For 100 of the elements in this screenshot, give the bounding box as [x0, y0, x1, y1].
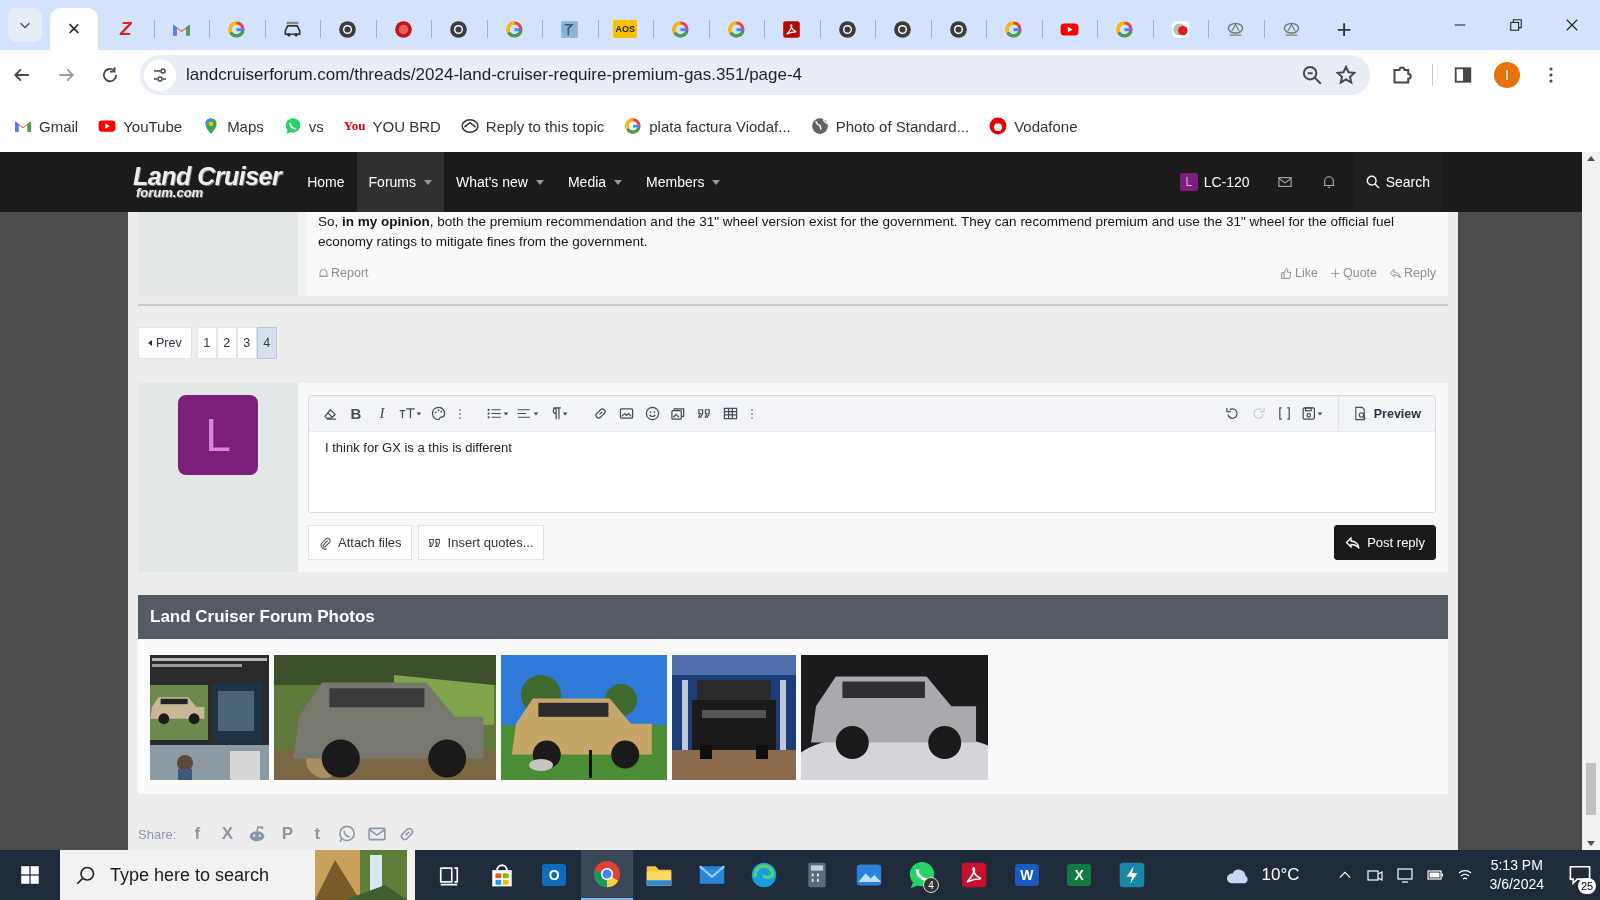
- page-number-button[interactable]: 1: [196, 327, 217, 359]
- lightning-tile-icon: [1117, 861, 1146, 889]
- post-text: So, in my opinion, both the premium recommendation and the 31" wheel version exist for the government. They can recommend premium and use the 31" wheel for the official fuel economy ratings to mitigate fines from the government.: [318, 213, 1396, 251]
- italic-button[interactable]: I: [369, 399, 395, 428]
- alien-head-icon: [248, 825, 267, 843]
- globe-icon: [810, 117, 829, 135]
- share-link[interactable]: [368, 825, 387, 843]
- bookmark[interactable]: plata factura Viodaf...: [624, 117, 791, 135]
- table-icon: [722, 406, 738, 421]
- bookmark[interactable]: Vodafone: [989, 117, 1078, 135]
- close-tab-button[interactable]: ×: [67, 16, 81, 42]
- nav-tab[interactable]: What's new: [444, 152, 556, 212]
- browser-tab[interactable]: Z: [98, 8, 154, 50]
- clock[interactable]: 5:13 PM 3/6/2024: [1489, 856, 1544, 894]
- scrollbar[interactable]: [1582, 152, 1600, 850]
- share-link[interactable]: [248, 825, 267, 843]
- dropdown-caret-icon[interactable]: [614, 179, 623, 185]
- chat-logo-icon: [283, 117, 302, 135]
- menu-dots-icon: [1549, 66, 1553, 84]
- side-panel-icon: [1454, 66, 1472, 84]
- save-draft-icon: [1300, 406, 1325, 421]
- url-text: landcruiserforum.com/threads/2024-land-cruiser-require-premium-gas.351/page-4: [186, 65, 804, 85]
- browser-logo-icon: [449, 19, 469, 39]
- bookmark[interactable]: YouTube: [98, 117, 183, 135]
- nav-tab[interactable]: Media: [555, 152, 635, 212]
- browser-tab[interactable]: ×: [50, 8, 98, 50]
- site-logo[interactable]: Land Cruiser forum.com: [133, 165, 282, 199]
- address-bar[interactable]: landcruiserforum.com/threads/2024-land-cruiser-require-premium-gas.351/page-4: [140, 55, 1370, 95]
- tab-logo: Z: [119, 18, 132, 40]
- search-button[interactable]: Search: [1353, 152, 1442, 212]
- insert-quotes-button[interactable]: Insert quotes...: [417, 525, 544, 560]
- bold-button[interactable]: B: [343, 399, 369, 428]
- windows-logo-icon: [20, 865, 40, 885]
- new-tab-button[interactable]: +: [1329, 8, 1359, 50]
- bookmark-logo: You: [343, 118, 366, 134]
- bell-icon: [318, 267, 329, 279]
- left-triangle-icon: [148, 340, 152, 346]
- bookmark-button[interactable]: [1336, 65, 1356, 85]
- weather-widget[interactable]: 10°C: [1221, 864, 1300, 886]
- reply-text-field[interactable]: I think for GX is a this is different: [309, 432, 1435, 512]
- envelope-icon: [1277, 175, 1292, 189]
- taskbar-search-box[interactable]: Type here to search: [60, 850, 415, 900]
- browser-logo-icon: [837, 19, 857, 39]
- post-reply-button[interactable]: Post reply: [1334, 525, 1436, 560]
- bookmark[interactable]: Gmail: [14, 117, 79, 135]
- dropdown-caret-icon[interactable]: [424, 179, 432, 185]
- clock-time: 5:13 PM: [1490, 856, 1543, 875]
- dropdown-caret-icon[interactable]: [712, 179, 721, 185]
- more-icon: [458, 407, 462, 420]
- taskbar-search-field[interactable]: Type here to search: [108, 863, 312, 887]
- search-icon: [1365, 175, 1380, 189]
- taskbar-app[interactable]: 4: [895, 850, 948, 900]
- page-number-button[interactable]: 4: [256, 327, 277, 359]
- prev-page-button[interactable]: Prev: [138, 327, 192, 359]
- g-logo-icon: [1115, 19, 1135, 39]
- nav-tab[interactable]: Home: [295, 152, 357, 212]
- chat-bubble-icon: [338, 825, 357, 843]
- share-link[interactable]: [338, 825, 357, 843]
- g-logo-icon: [1004, 19, 1024, 39]
- browser-logo-icon: [592, 860, 621, 888]
- taskbar-app[interactable]: X: [1053, 850, 1106, 900]
- page-number-button[interactable]: 3: [236, 327, 257, 359]
- pdf-icon: [782, 19, 802, 39]
- notification-button[interactable]: 25: [1560, 850, 1600, 900]
- site-info-button[interactable]: [144, 59, 176, 91]
- bookmark[interactable]: Reply to this topic: [460, 117, 605, 135]
- nav-tab[interactable]: Forums: [356, 152, 444, 212]
- redo-icon: [1251, 406, 1267, 421]
- play-logo-icon: [98, 117, 117, 135]
- g-logo-icon: [624, 117, 643, 135]
- zoom-out-icon: [1302, 65, 1322, 85]
- user-menu[interactable]: L LC-120: [1169, 152, 1260, 212]
- app-logo: X: [1067, 864, 1092, 886]
- reply-icon: [1389, 266, 1403, 280]
- browser-tab[interactable]: AOS: [597, 8, 653, 50]
- taskbar-app[interactable]: W: [1000, 850, 1053, 900]
- zoom-button[interactable]: [1302, 65, 1322, 85]
- dropdown-caret-icon[interactable]: [535, 179, 544, 185]
- image-icon: [560, 19, 580, 39]
- bookmark[interactable]: Photo of Standard...: [810, 117, 970, 135]
- tab-logo: AOS: [613, 20, 637, 38]
- thumbs-up-icon: [1280, 266, 1294, 280]
- app-icon: [1170, 19, 1190, 39]
- task-view-icon: [438, 864, 461, 886]
- car-icon: [282, 19, 302, 39]
- bookmark[interactable]: Maps: [202, 117, 264, 135]
- browser-logo-icon: [893, 19, 913, 39]
- section-title: Land Cruiser Forum Photos: [138, 595, 1448, 639]
- preview-button[interactable]: Preview: [1337, 396, 1435, 431]
- link-icon: [592, 406, 608, 421]
- page-number-button[interactable]: 2: [216, 327, 237, 359]
- attach-files-button[interactable]: Attach files: [308, 525, 412, 560]
- taskbar-app[interactable]: [580, 850, 633, 900]
- media-icon: [670, 406, 686, 421]
- g-logo-icon: [671, 19, 691, 39]
- bookmark[interactable]: vs: [283, 117, 324, 135]
- search-icon: [76, 865, 96, 885]
- nav-tab[interactable]: Members: [634, 152, 733, 212]
- bookmark[interactable]: You YOU BRD: [343, 117, 441, 135]
- taskbar-app[interactable]: O: [528, 850, 581, 900]
